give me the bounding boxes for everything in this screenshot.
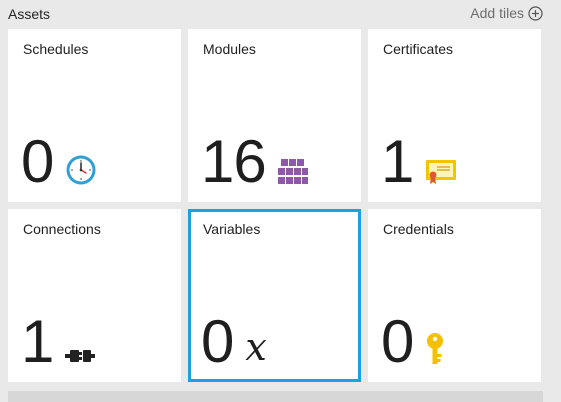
tile-count: 1 [21, 308, 54, 375]
assets-header: Assets Add tiles [0, 0, 561, 28]
variable-x-icon: x [245, 325, 267, 369]
tile-label: Certificates [383, 41, 454, 57]
tile-count: 0 [201, 308, 234, 375]
assets-title: Assets [8, 6, 51, 22]
tile-label: Credentials [383, 221, 454, 237]
tile-label: Connections [23, 221, 101, 237]
tile-label: Schedules [23, 41, 89, 57]
tile-certificates[interactable]: Certificates 1 [368, 29, 541, 202]
tile-count: 1 [381, 128, 414, 195]
tile-count: 0 [21, 128, 54, 195]
tile-variables[interactable]: Variables 0 x [188, 209, 361, 382]
tile-label: Modules [203, 41, 256, 57]
tile-label: Variables [203, 221, 261, 237]
tile-connections[interactable]: Connections 1 [8, 209, 181, 382]
tile-count: 16 [201, 128, 267, 195]
add-tiles-label: Add tiles [470, 5, 524, 21]
tile-count: 0 [381, 308, 414, 375]
tile-schedules[interactable]: Schedules 0 [8, 29, 181, 202]
add-circle-icon [528, 5, 543, 21]
clock-icon [65, 154, 97, 186]
add-tiles-button[interactable]: Add tiles [470, 5, 543, 21]
tile-modules[interactable]: Modules 16 [188, 29, 361, 202]
modules-grid-icon [277, 158, 308, 186]
plug-connector-icon [65, 346, 96, 366]
tile-credentials[interactable]: Credentials 0 [368, 209, 541, 382]
partial-tile-bar [8, 391, 543, 402]
certificate-icon [425, 158, 457, 186]
key-icon [425, 332, 445, 366]
